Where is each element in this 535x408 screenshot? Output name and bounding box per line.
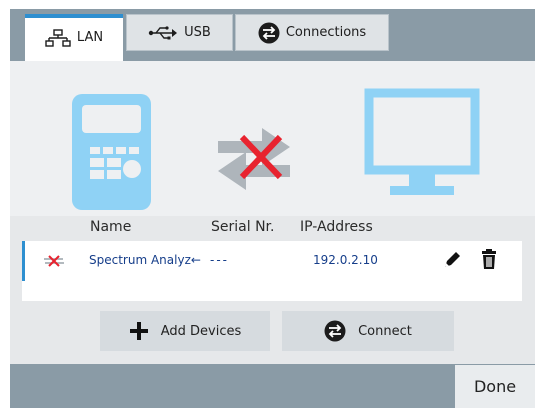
plus-icon xyxy=(129,321,149,341)
usb-icon xyxy=(148,25,178,41)
device-serial: --- xyxy=(210,253,229,267)
monitor-icon xyxy=(364,88,480,195)
tab-bar: LAN USB Connections xyxy=(10,9,535,61)
done-button[interactable]: Done xyxy=(455,365,535,408)
edit-icon[interactable] xyxy=(442,250,462,273)
disconnected-arrows-icon xyxy=(218,128,290,190)
device-name: Spectrum Analyz← xyxy=(89,253,201,267)
connect-icon xyxy=(324,320,346,342)
connection-dialog: LAN USB Connections Name Serial Nr. IP-A… xyxy=(10,9,535,408)
delete-icon[interactable] xyxy=(479,249,499,274)
column-header-name: Name xyxy=(90,219,132,235)
column-header-ip: IP-Address xyxy=(300,219,373,235)
tab-lan[interactable]: LAN xyxy=(25,14,123,61)
add-devices-label: Add Devices xyxy=(160,323,242,339)
connection-graphic xyxy=(10,61,535,216)
disconnected-icon xyxy=(43,254,65,271)
connect-button[interactable]: Connect xyxy=(282,311,454,351)
column-header-serial: Serial Nr. xyxy=(211,219,275,235)
tab-connections-label: Connections xyxy=(285,25,367,40)
tab-usb-label: USB xyxy=(184,25,211,40)
table-row[interactable]: Spectrum Analyz← --- 192.0.2.10 xyxy=(22,241,522,281)
tab-usb[interactable]: USB xyxy=(126,14,233,51)
lan-icon xyxy=(45,28,71,47)
device-table: Spectrum Analyz← --- 192.0.2.10 xyxy=(22,241,522,301)
device-table-header: Name Serial Nr. IP-Address xyxy=(22,216,522,241)
connect-label: Connect xyxy=(358,323,412,339)
add-devices-button[interactable]: Add Devices xyxy=(100,311,270,351)
handheld-analyzer-icon xyxy=(72,94,151,210)
tab-lan-label: LAN xyxy=(76,30,104,45)
connections-icon xyxy=(258,22,280,44)
tab-connections[interactable]: Connections xyxy=(235,14,389,51)
device-ip: 192.0.2.10 xyxy=(313,253,378,267)
